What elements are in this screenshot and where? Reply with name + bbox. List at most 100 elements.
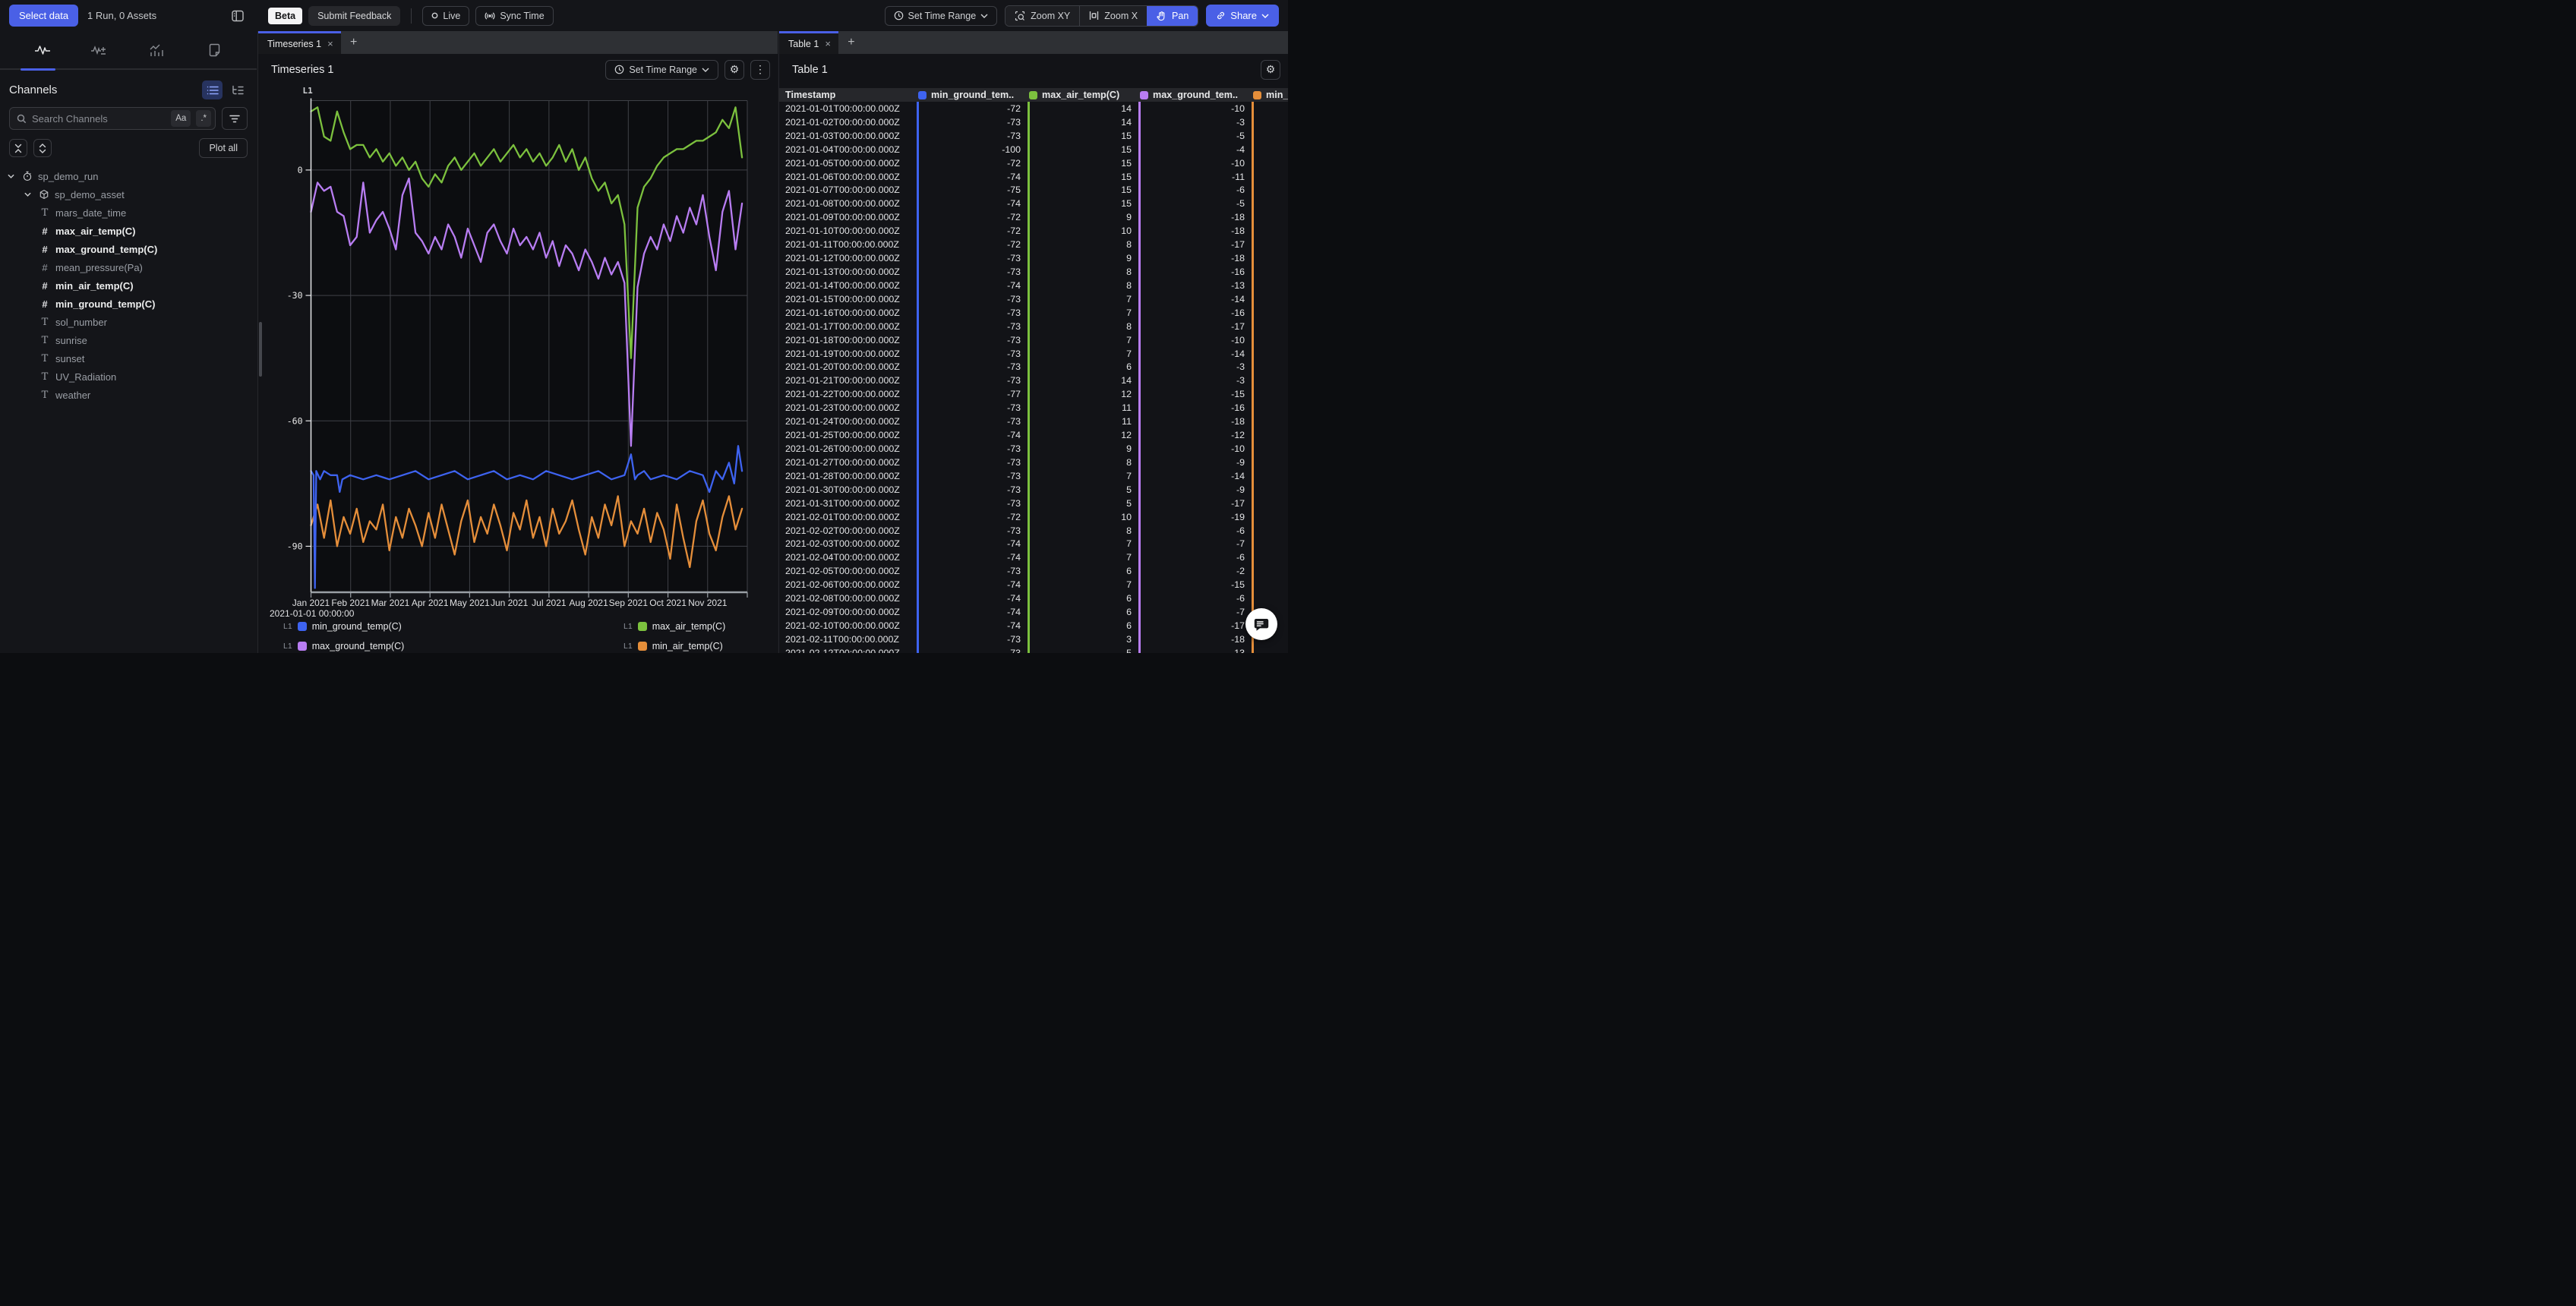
table-row: 2021-01-12T00:00:00.000Z-739-18 — [779, 251, 1288, 265]
filter-button[interactable] — [222, 107, 248, 130]
tree-view-button[interactable] — [227, 80, 248, 99]
table-row: 2021-02-09T00:00:00.000Z-746-7 — [779, 605, 1288, 619]
tab-label: Table 1 — [788, 39, 819, 49]
tree-item-sunrise[interactable]: Tsunrise — [0, 331, 257, 349]
table-row: 2021-01-10T00:00:00.000Z-7210-18 — [779, 224, 1288, 238]
zoom-xy-button[interactable]: Zoom XY — [1005, 6, 1079, 26]
collapse-all-button[interactable] — [9, 139, 27, 157]
channel-label: max_air_temp(C) — [55, 226, 136, 237]
chart-legend: L1min_ground_temp(C)L1max_air_temp(C)L1m… — [283, 620, 725, 653]
channels-scrollbar-thumb[interactable] — [259, 322, 262, 377]
sidebar-toggle-icon[interactable] — [229, 8, 246, 24]
table-row: 2021-02-01T00:00:00.000Z-7210-19 — [779, 510, 1288, 524]
chevron-down-icon[interactable] — [5, 172, 17, 181]
select-data-button[interactable]: Select data — [9, 5, 78, 27]
chart-more-button[interactable]: ⋮ — [750, 60, 770, 80]
chevron-down-icon[interactable] — [21, 191, 33, 199]
number-channel-icon: # — [38, 280, 52, 292]
table-panel: Table 1 × + Table 1 ⚙ Timestampmin_groun… — [778, 31, 1288, 653]
legend-item-max-air-temp-c-[interactable]: L1max_air_temp(C) — [623, 620, 725, 633]
table-settings-button[interactable]: ⚙ — [1261, 60, 1280, 80]
x-tick-label: Jan 2021 — [292, 598, 330, 608]
pulse-icon — [34, 43, 51, 57]
column-color-chip — [1140, 91, 1148, 99]
table-row: 2021-01-27T00:00:00.000Z-738-9 — [779, 456, 1288, 469]
tree-item-max-air-temp-c-[interactable]: #max_air_temp(C) — [0, 222, 257, 240]
tree-item-weather[interactable]: Tweather — [0, 386, 257, 404]
table-row: 2021-01-19T00:00:00.000Z-737-14 — [779, 347, 1288, 361]
tree-item-sunset[interactable]: Tsunset — [0, 349, 257, 368]
stopwatch-icon — [22, 171, 33, 181]
table-row: 2021-01-08T00:00:00.000Z-7415-5 — [779, 197, 1288, 210]
set-time-range-button[interactable]: Set Time Range — [885, 6, 998, 26]
channel-label: weather — [55, 390, 90, 401]
close-icon[interactable]: × — [825, 38, 831, 49]
chat-bubble-icon — [1253, 616, 1270, 632]
table-row: 2021-01-31T00:00:00.000Z-735-17 — [779, 497, 1288, 510]
sync-time-button[interactable]: Sync Time — [475, 6, 553, 26]
table-header: Table 1 ⚙ — [779, 54, 1288, 85]
submit-feedback-button[interactable]: Submit Feedback — [308, 6, 400, 26]
legend-series-name: max_ground_temp(C) — [312, 641, 405, 651]
chevron-down-icon — [24, 191, 32, 199]
tree-item-sol-number[interactable]: Tsol_number — [0, 313, 257, 331]
legend-item-min-ground-temp-c-[interactable]: L1min_ground_temp(C) — [283, 620, 623, 633]
match-case-button[interactable]: Aa — [171, 110, 191, 127]
expand-all-button[interactable] — [33, 139, 52, 157]
text-channel-icon: T — [38, 353, 52, 364]
tree-item-uv-radiation[interactable]: TUV_Radiation — [0, 368, 257, 386]
column-header-3: max_ground_tem.. — [1138, 90, 1252, 100]
table-row: 2021-01-15T00:00:00.000Z-737-14 — [779, 292, 1288, 306]
x-tick-label: Mar 2021 — [371, 598, 410, 608]
share-button[interactable]: Share — [1206, 5, 1279, 27]
tab-notes[interactable] — [197, 33, 232, 67]
tree-item-mean-pressure-pa-[interactable]: #mean_pressure(Pa) — [0, 258, 257, 276]
x-tick-label: May 2021 — [450, 598, 490, 608]
number-channel-icon: # — [38, 244, 52, 255]
table-row: 2021-01-26T00:00:00.000Z-739-10 — [779, 442, 1288, 456]
table-row: 2021-01-17T00:00:00.000Z-738-17 — [779, 320, 1288, 333]
chat-launcher-button[interactable] — [1245, 608, 1277, 640]
table-row: 2021-01-21T00:00:00.000Z-7314-3 — [779, 374, 1288, 387]
table-row: 2021-01-04T00:00:00.000Z-10015-4 — [779, 143, 1288, 156]
tab-stats-chart[interactable] — [140, 33, 175, 67]
tab-timeseries-1[interactable]: Timeseries 1 × — [258, 31, 341, 54]
legend-item-max-ground-temp-c-[interactable]: L1max_ground_temp(C) — [283, 639, 623, 653]
tree-item-max-ground-temp-c-[interactable]: #max_ground_temp(C) — [0, 240, 257, 258]
legend-item-min-air-temp-c-[interactable]: L1min_air_temp(C) — [623, 639, 725, 653]
plot-all-button[interactable]: Plot all — [199, 138, 248, 158]
tree-item-mars-date-time[interactable]: Tmars_date_time — [0, 203, 257, 222]
table-tabstrip: Table 1 × + — [779, 31, 1288, 54]
channel-label: min_air_temp(C) — [55, 280, 134, 292]
tab-channels-pulse[interactable] — [25, 33, 60, 67]
x-tick-label: Nov 2021 — [688, 598, 728, 608]
add-tab-button[interactable]: + — [341, 31, 367, 54]
table-row: 2021-02-10T00:00:00.000Z-746-17 — [779, 619, 1288, 632]
tree-item-min-air-temp-c-[interactable]: #min_air_temp(C) — [0, 276, 257, 295]
link-icon — [1216, 11, 1226, 21]
regex-button[interactable]: .* — [196, 110, 211, 127]
pan-button[interactable]: Pan — [1147, 6, 1198, 26]
tab-table-1[interactable]: Table 1 × — [779, 31, 838, 54]
search-icon — [17, 114, 27, 124]
channels-search-row: Aa .* — [0, 107, 257, 130]
add-tab-button[interactable]: + — [838, 31, 864, 54]
live-button[interactable]: Live — [422, 6, 469, 26]
tree-item-sp-demo-asset[interactable]: sp_demo_asset — [0, 185, 257, 203]
x-tick-label: Jul 2021 — [532, 598, 567, 608]
list-view-button[interactable] — [202, 80, 223, 99]
chevron-down-icon — [1261, 14, 1269, 18]
column-color-chip — [918, 91, 927, 99]
chart-settings-button[interactable]: ⚙ — [724, 60, 744, 80]
tree-item-sp-demo-run[interactable]: sp_demo_run — [0, 167, 257, 185]
zoom-x-button[interactable]: Zoom X — [1079, 6, 1147, 26]
panel-set-time-range-button[interactable]: Set Time Range — [605, 60, 718, 80]
tree-item-min-ground-temp-c-[interactable]: #min_ground_temp(C) — [0, 295, 257, 313]
tab-pulse-threshold[interactable] — [82, 33, 117, 67]
timeseries-chart[interactable]: 0-30-60-90L1Jan 2021Feb 2021Mar 2021Apr … — [258, 85, 778, 621]
x-tick-label: Jun 2021 — [491, 598, 529, 608]
search-input[interactable] — [32, 113, 166, 125]
close-icon[interactable]: × — [327, 38, 333, 49]
table-row: 2021-01-06T00:00:00.000Z-7415-11 — [779, 170, 1288, 184]
table-row: 2021-02-12T00:00:00.000Z-735-13 — [779, 646, 1288, 653]
